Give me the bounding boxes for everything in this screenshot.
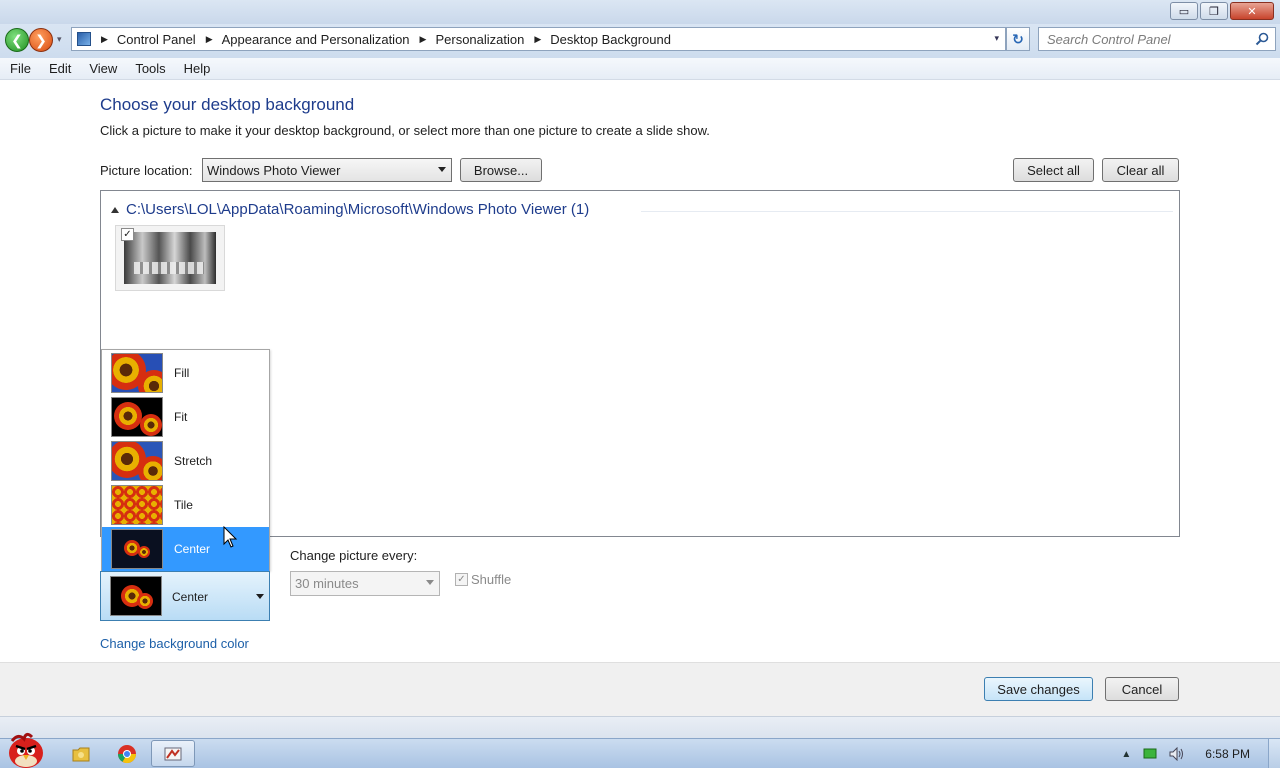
breadcrumb-control-panel[interactable]: Control Panel (117, 32, 196, 47)
breadcrumb-personalization[interactable]: Personalization (435, 32, 524, 47)
center-preview-icon (110, 576, 162, 616)
search-input[interactable] (1039, 28, 1239, 50)
position-option-stretch[interactable]: Stretch (102, 439, 269, 483)
forward-button[interactable]: ❯ (29, 28, 53, 52)
taskbar: ▲ 6:58 PM (0, 732, 1280, 768)
center-preview-icon (111, 529, 163, 569)
main-content: Choose your desktop background Click a p… (0, 81, 1280, 663)
picture-location-select[interactable]: Windows Photo Viewer (202, 158, 452, 182)
picture-position-value: Center (172, 590, 209, 604)
position-option-center[interactable]: Center (102, 527, 269, 571)
position-option-label: Fit (174, 410, 188, 424)
shuffle-label: Shuffle (471, 572, 512, 587)
clear-all-button[interactable]: Clear all (1102, 158, 1179, 182)
tile-preview-icon (111, 485, 163, 525)
fill-preview-icon (111, 353, 163, 393)
shuffle-checkbox[interactable]: ✓ Shuffle (455, 572, 511, 587)
mouse-cursor-icon (223, 526, 238, 548)
breadcrumb-separator-icon[interactable]: ▶ (101, 34, 108, 45)
maximize-button[interactable]: ❐ (1200, 2, 1228, 20)
position-option-label: Stretch (174, 454, 213, 468)
menu-view[interactable]: View (79, 61, 125, 76)
search-icon[interactable] (1255, 32, 1269, 46)
group-divider (641, 211, 1173, 212)
menu-file[interactable]: File (0, 61, 39, 76)
collapse-arrow-icon[interactable] (111, 206, 119, 213)
change-picture-label: Change picture every: (290, 548, 418, 563)
back-button[interactable]: ❮ (5, 28, 29, 52)
picture-location-value: Windows Photo Viewer (207, 162, 341, 178)
breadcrumb-separator-icon[interactable]: ▶ (206, 34, 213, 45)
breadcrumb-separator-icon[interactable]: ▶ (420, 34, 427, 45)
select-all-button[interactable]: Select all (1013, 158, 1094, 182)
network-icon[interactable] (1143, 747, 1157, 761)
save-changes-button[interactable]: Save changes (984, 677, 1093, 701)
chevron-down-icon (426, 580, 434, 585)
search-box[interactable] (1038, 27, 1276, 51)
angry-bird-start-icon[interactable] (4, 731, 48, 768)
picture-position-list: Fill Fit Stretch Tile Center (101, 349, 270, 571)
picture-checkbox[interactable]: ✓ (121, 228, 134, 241)
taskbar-explorer[interactable] (59, 740, 103, 767)
control-panel-icon (77, 32, 91, 46)
refresh-button[interactable]: ↻ (1006, 27, 1030, 51)
menu-edit[interactable]: Edit (39, 61, 79, 76)
browse-button[interactable]: Browse... (460, 158, 542, 182)
menu-tools[interactable]: Tools (125, 61, 173, 76)
picture-position-combo[interactable]: Center (100, 571, 270, 621)
change-interval-value: 30 minutes (295, 576, 359, 591)
windows-explorer-icon (72, 747, 90, 761)
page-title: Choose your desktop background (100, 95, 355, 114)
position-option-tile[interactable]: Tile (102, 483, 269, 527)
window-controls: ▭ ❐ ✕ (1170, 2, 1274, 20)
position-option-label: Tile (174, 498, 193, 512)
change-interval-select[interactable]: 30 minutes (290, 571, 440, 596)
system-tray: ▲ 6:58 PM (1115, 739, 1280, 768)
fit-preview-icon (111, 397, 163, 437)
stretch-preview-icon (111, 441, 163, 481)
status-bar (0, 716, 1280, 738)
picture-group-path: C:\Users\LOL\AppData\Roaming\Microsoft\W… (126, 201, 590, 218)
picture-thumbnail[interactable]: ✓ (115, 225, 225, 291)
picture-group-header[interactable]: C:\Users\LOL\AppData\Roaming\Microsoft\W… (111, 201, 589, 218)
dialog-button-bar: Save changes Cancel (0, 662, 1280, 716)
chevron-down-icon (438, 167, 446, 172)
control-panel-task-icon (164, 747, 182, 760)
volume-icon[interactable] (1169, 747, 1185, 761)
show-hidden-icons-button[interactable]: ▲ (1121, 749, 1131, 760)
position-option-fit[interactable]: Fit (102, 395, 269, 439)
chrome-icon (118, 744, 136, 763)
refresh-icon: ↻ (1012, 30, 1024, 47)
cancel-button[interactable]: Cancel (1105, 677, 1179, 701)
breadcrumb-desktop-background[interactable]: Desktop Background (550, 32, 671, 47)
breadcrumb-separator-icon[interactable]: ▶ (534, 34, 541, 45)
menu-bar: File Edit View Tools Help (0, 58, 1280, 80)
position-option-fill[interactable]: Fill (102, 351, 269, 395)
change-background-color-link[interactable]: Change background color (100, 636, 249, 651)
navigation-bar: ❮ ❯ ▾ ▶ Control Panel ▶ Appearance and P… (0, 24, 1280, 58)
chevron-down-icon (256, 594, 264, 599)
address-bar[interactable]: ▶ Control Panel ▶ Appearance and Persona… (71, 27, 1006, 51)
taskbar-chrome[interactable] (105, 740, 149, 767)
close-button[interactable]: ✕ (1230, 2, 1274, 20)
picture-location-label: Picture location: (100, 163, 193, 178)
address-history-dropdown[interactable]: ▾ (994, 33, 999, 44)
position-option-label: Fill (174, 366, 190, 380)
position-option-label: Center (174, 542, 211, 556)
minecraft-wallpaper-image (124, 232, 216, 284)
shuffle-check-icon[interactable]: ✓ (455, 573, 468, 586)
menu-help[interactable]: Help (174, 61, 219, 76)
taskbar-control-panel[interactable] (151, 740, 195, 767)
breadcrumb-appearance[interactable]: Appearance and Personalization (222, 32, 410, 47)
window-title-bar: ▭ ❐ ✕ (0, 0, 1280, 26)
page-description: Click a picture to make it your desktop … (100, 123, 710, 138)
show-desktop-button[interactable] (1268, 739, 1280, 768)
taskbar-clock[interactable]: 6:58 PM (1205, 747, 1250, 761)
recent-pages-dropdown[interactable]: ▾ (57, 34, 62, 45)
minimize-button[interactable]: ▭ (1170, 2, 1198, 20)
